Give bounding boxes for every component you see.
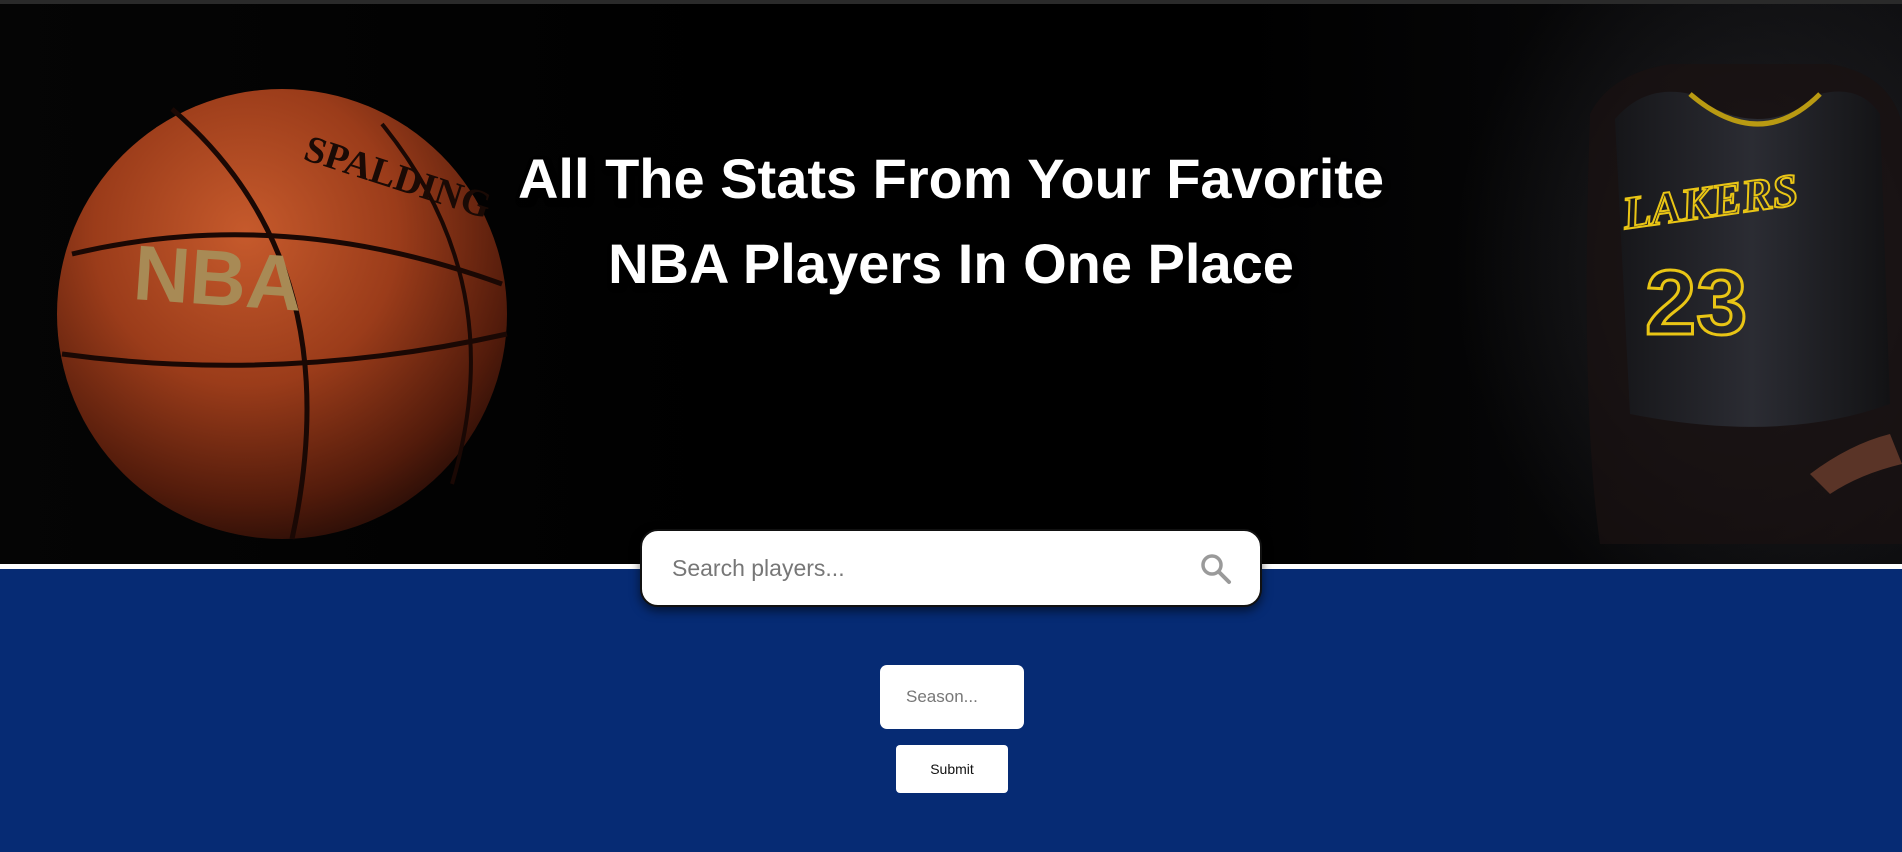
season-input[interactable] <box>880 665 1024 729</box>
basketball-image: SPALDING NBA <box>57 89 508 540</box>
hero-banner: SPALDING NBA LAKERS 23 All The Stats Fro… <box>0 4 1902 564</box>
jersey-image: LAKERS 23 <box>1586 64 1902 544</box>
search-input[interactable] <box>672 545 1172 591</box>
search-icon[interactable] <box>1198 551 1234 587</box>
search-bar <box>640 529 1262 607</box>
headline-line-2: NBA Players In One Place <box>608 232 1294 295</box>
ball-logo-text: NBA <box>131 228 306 328</box>
headline-line-1: All The Stats From Your Favorite <box>517 147 1385 210</box>
jersey-number-text: 23 <box>1645 252 1747 354</box>
page-title: All The Stats From Your Favorite NBA Pla… <box>451 136 1451 306</box>
submit-button[interactable]: Submit <box>896 745 1008 793</box>
